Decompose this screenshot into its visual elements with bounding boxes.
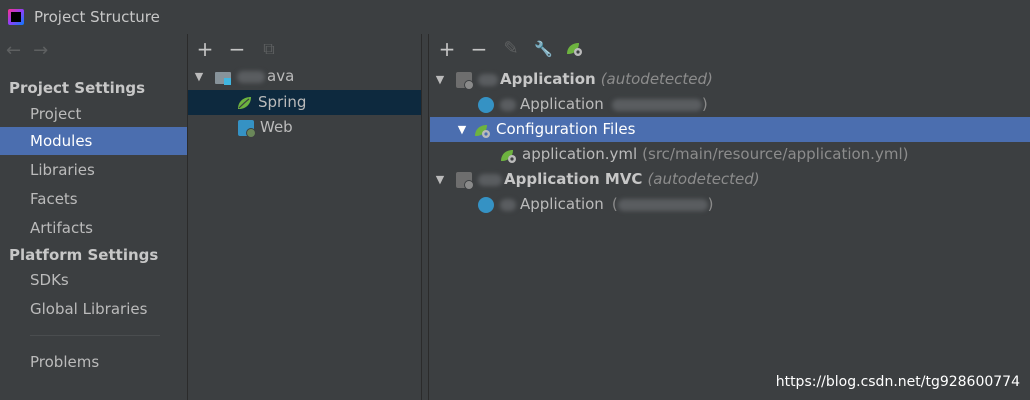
mvc-context-name: Application MVC	[504, 170, 643, 188]
platform-settings-header: Platform Settings	[9, 246, 159, 264]
web-facet-label: Web	[260, 118, 293, 136]
context-name: Application	[500, 70, 596, 88]
redacted-text	[617, 198, 708, 211]
window-title: Project Structure	[34, 8, 160, 26]
spring-yml-icon	[500, 147, 516, 163]
navigation-arrows: ← →	[6, 40, 48, 61]
copy-icon[interactable]: ⧉	[260, 39, 278, 59]
tree-row-application-class[interactable]: Application )	[430, 92, 1030, 117]
spring-context-icon	[456, 71, 474, 90]
sidebar-item-problems[interactable]: Problems	[0, 348, 187, 376]
mvc-class-prefix: (	[611, 195, 618, 213]
web-facet-icon	[238, 119, 256, 138]
add-icon[interactable]: +	[196, 39, 214, 59]
tree-row-application-mvc-class[interactable]: Application ( )	[430, 192, 1030, 217]
application-class-name: Application	[520, 95, 604, 113]
spring-config-pane: + − ✎ 🔧 ▼ Application (autodetected) App…	[430, 34, 1030, 400]
redacted-text	[500, 198, 516, 211]
sidebar-item-artifacts[interactable]: Artifacts	[0, 214, 187, 242]
remove-icon[interactable]: −	[470, 39, 488, 59]
watermark: https://blog.csdn.net/tg928600774	[775, 374, 1020, 390]
autodetected-label: (autodetected)	[600, 70, 713, 88]
yml-file-path: (src/main/resource/application.yml)	[642, 145, 909, 163]
tree-row-web[interactable]: Web	[188, 115, 421, 140]
spring-toolbar: + − ✎ 🔧	[438, 35, 588, 63]
yml-file-name: application.yml	[522, 145, 638, 163]
tree-row-application-mvc-context[interactable]: ▼ Application MVC (autodetected)	[430, 167, 1030, 192]
sidebar-item-sdks[interactable]: SDKs	[0, 266, 187, 294]
pane-splitter[interactable]	[421, 34, 429, 400]
project-settings-header: Project Settings	[9, 79, 146, 97]
tree-row-application-context[interactable]: ▼ Application (autodetected)	[430, 67, 1030, 92]
tree-row-application-yml[interactable]: application.yml (src/main/resource/appli…	[430, 142, 1030, 167]
mvc-class-suffix: )	[707, 195, 714, 213]
spring-leaf-icon	[236, 95, 252, 111]
configuration-files-label: Configuration Files	[496, 120, 636, 138]
sidebar-divider	[30, 335, 160, 336]
spring-config-files-icon	[474, 122, 490, 138]
spring-config-icon[interactable]	[566, 41, 582, 57]
tree-row-configuration-files[interactable]: ▼ Configuration Files	[430, 117, 1030, 142]
sidebar-item-libraries[interactable]: Libraries	[0, 156, 187, 184]
remove-icon[interactable]: −	[228, 39, 246, 59]
redacted-text	[237, 70, 265, 83]
sidebar-item-project[interactable]: Project	[0, 100, 187, 128]
tree-row-spring[interactable]: Spring	[188, 90, 421, 115]
expand-arrow-icon[interactable]: ▼	[191, 64, 207, 89]
sidebar-item-facets[interactable]: Facets	[0, 185, 187, 213]
add-icon[interactable]: +	[438, 39, 456, 59]
module-folder-icon	[215, 71, 231, 85]
sidebar-item-modules[interactable]: Modules	[0, 127, 187, 155]
modules-toolbar: + − ⧉	[196, 35, 278, 63]
edit-icon[interactable]: ✎	[502, 39, 520, 59]
spring-boot-class-icon	[478, 96, 494, 113]
modules-pane: + − ⧉ ▼ ava Spring Web	[188, 34, 421, 400]
sidebar-item-global-libraries[interactable]: Global Libraries	[0, 295, 187, 323]
settings-sidebar: ← → Project Settings Project Modules Lib…	[0, 34, 188, 400]
expand-arrow-icon[interactable]: ▼	[432, 67, 448, 92]
application-class-suffix: )	[701, 95, 708, 113]
wrench-settings-icon[interactable]: 🔧	[534, 39, 553, 59]
redacted-text	[478, 73, 498, 86]
redacted-text	[611, 98, 702, 111]
mvc-class-name: Application	[520, 195, 604, 213]
forward-arrow-icon[interactable]: →	[33, 40, 48, 61]
back-arrow-icon[interactable]: ←	[6, 40, 21, 61]
expand-arrow-icon[interactable]: ▼	[432, 167, 448, 192]
redacted-text	[478, 173, 502, 186]
expand-arrow-icon[interactable]: ▼	[454, 117, 470, 142]
redacted-text	[500, 98, 516, 111]
spring-facet-label: Spring	[258, 93, 307, 111]
tree-row-module[interactable]: ▼ ava	[188, 64, 421, 89]
spring-boot-class-icon	[478, 196, 494, 213]
intellij-logo-icon	[8, 9, 24, 25]
module-name: ava	[267, 67, 295, 85]
spring-context-icon	[456, 171, 474, 190]
autodetected-label: (autodetected)	[647, 170, 760, 188]
title-bar: Project Structure	[0, 0, 1030, 34]
